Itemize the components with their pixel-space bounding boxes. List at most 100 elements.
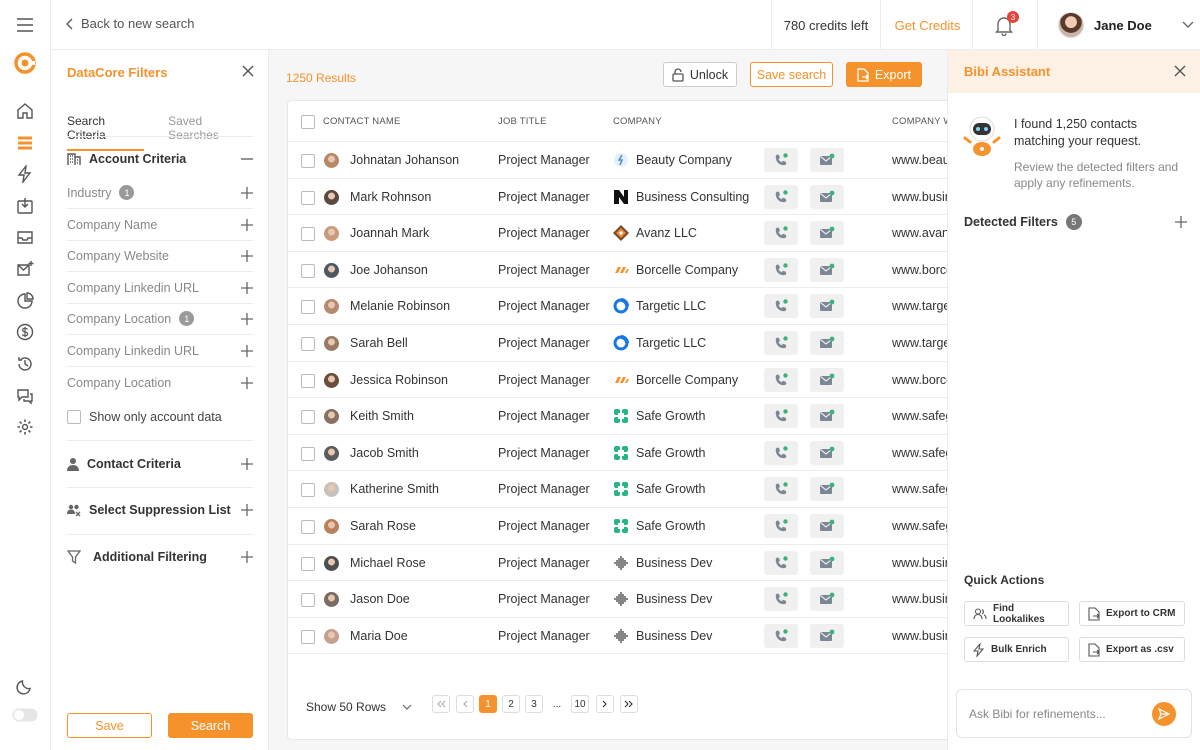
page-button-3[interactable]: 3 [525,695,543,713]
filter-company-linkedin-url[interactable]: Company Linkedin URL [67,272,253,304]
company-website[interactable]: www.safeg [892,482,947,496]
phone-action-button[interactable] [764,623,798,648]
company-name[interactable]: Business Dev [636,629,712,643]
mail-plus-icon[interactable] [14,258,36,280]
company-name[interactable]: Safe Growth [636,446,705,460]
plus-icon[interactable] [241,281,253,294]
row-checkbox[interactable] [301,300,315,315]
contact-name[interactable]: Michael Rose [350,556,426,570]
table-row[interactable]: Mark Rohnson Project Manager Business Cons… [288,179,947,216]
unlock-button[interactable]: Unlock [663,62,737,87]
dark-mode-moon-icon[interactable] [14,675,36,697]
contact-name[interactable]: Johnatan Johanson [350,153,459,167]
export-button[interactable]: Export [846,62,922,87]
company-website[interactable]: www.avanz [892,226,947,240]
row-checkbox[interactable] [301,483,315,498]
company-name[interactable]: Business Dev [636,556,712,570]
row-checkbox[interactable] [301,373,315,388]
last-page-button[interactable] [620,695,638,713]
row-checkbox[interactable] [301,190,315,205]
bulk-enrich-button[interactable]: Bulk Enrich [964,637,1069,662]
plus-icon[interactable] [241,218,253,231]
contact-name[interactable]: Jacob Smith [350,446,419,460]
row-checkbox[interactable] [301,227,315,242]
app-logo-icon[interactable] [14,52,36,74]
filter-company-name[interactable]: Company Name [67,209,253,241]
table-row[interactable]: Michael Rose Project Manager Business Dev w… [288,545,947,582]
select-all-checkbox[interactable] [301,115,315,129]
contact-name[interactable]: Maria Doe [350,629,408,643]
additional-filtering-header[interactable]: Additional Filtering [67,550,253,564]
company-website[interactable]: www.beaut [892,153,947,167]
email-action-button[interactable] [810,404,844,429]
show-only-account-checkbox[interactable] [67,410,81,424]
back-to-search-link[interactable]: Back to new search [65,16,194,31]
table-row[interactable]: Jacob Smith Project Manager Safe Growth www… [288,435,947,472]
table-row[interactable]: Jason Doe Project Manager Business Dev www.… [288,581,947,618]
search-button[interactable]: Search [168,713,253,738]
plus-icon[interactable] [241,377,253,389]
contact-name[interactable]: Mark Rohnson [350,190,431,204]
phone-action-button[interactable] [764,184,798,209]
plus-icon[interactable] [1175,216,1187,228]
company-website[interactable]: www.safeg [892,409,947,423]
phone-action-button[interactable] [764,367,798,392]
pie-chart-icon[interactable] [14,290,36,312]
company-name[interactable]: Avanz LLC [636,226,697,240]
contact-name[interactable]: Katherine Smith [350,482,439,496]
row-checkbox[interactable] [301,410,315,425]
filter-company-location-2[interactable]: Company Location [67,367,253,399]
lightning-icon[interactable] [14,163,36,185]
rows-per-page-select[interactable]: Show 50 Rows [306,700,412,714]
table-row[interactable]: Joe Johanson Project Manager Borcelle Comp… [288,252,947,289]
plus-icon[interactable] [241,344,253,357]
phone-action-button[interactable] [764,294,798,319]
column-header-job-title[interactable]: JOB TITLE [498,116,547,127]
prev-page-button[interactable] [456,695,474,713]
email-action-button[interactable] [810,587,844,612]
contact-name[interactable]: Joannah Mark [350,226,429,240]
phone-action-button[interactable] [764,550,798,575]
plus-icon[interactable] [241,186,253,199]
contact-name[interactable]: Keith Smith [350,409,414,423]
ask-bibi-input[interactable]: Ask Bibi for refinements... [956,689,1192,738]
tab-saved-searches[interactable]: Saved Searches [168,114,253,151]
close-filters-icon[interactable] [241,64,255,78]
contact-name[interactable]: Sarah Bell [350,336,408,350]
row-checkbox[interactable] [301,263,315,278]
tab-search-criteria[interactable]: Search Criteria [67,114,145,151]
table-row[interactable]: Katherine Smith Project Manager Safe Growt… [288,471,947,508]
get-credits-link[interactable]: Get Credits [883,0,973,50]
phone-action-button[interactable] [764,148,798,172]
table-row[interactable]: Joannah Mark Project Manager Avanz LLC www.… [288,215,947,252]
plus-icon[interactable] [241,458,253,470]
row-checkbox[interactable] [301,446,315,461]
row-checkbox[interactable] [301,337,315,351]
close-assistant-icon[interactable] [1173,64,1187,78]
history-icon[interactable] [14,353,36,375]
company-name[interactable]: Safe Growth [636,519,705,533]
company-website[interactable]: www.busin [892,592,947,606]
phone-action-button[interactable] [764,331,798,355]
contact-name[interactable]: Melanie Robinson [350,299,450,313]
table-row[interactable]: Johnatan Johanson Project Manager Beauty C… [288,142,947,179]
send-button[interactable] [1152,702,1176,726]
save-search-button[interactable]: Save search [750,62,833,87]
home-icon[interactable] [14,100,36,122]
contact-name[interactable]: Jason Doe [350,592,410,606]
company-name[interactable]: Beauty Company [636,153,732,167]
row-checkbox[interactable] [301,629,315,644]
column-header-company[interactable]: COMPANY [613,116,662,127]
next-page-button[interactable] [596,695,614,713]
company-website[interactable]: www.busin [892,629,947,643]
user-menu[interactable]: Jane Doe [1037,0,1200,50]
phone-action-button[interactable] [764,221,798,246]
row-checkbox[interactable] [301,520,315,534]
table-row[interactable]: Keith Smith Project Manager Safe Growth www… [288,398,947,435]
inbox-icon[interactable] [14,226,36,248]
column-header-company-website[interactable]: COMPANY W [892,116,947,127]
company-website[interactable]: www.busin [892,190,947,204]
save-button[interactable]: Save [67,713,152,738]
company-name[interactable]: Targetic LLC [636,336,706,350]
database-list-icon[interactable] [14,132,36,154]
